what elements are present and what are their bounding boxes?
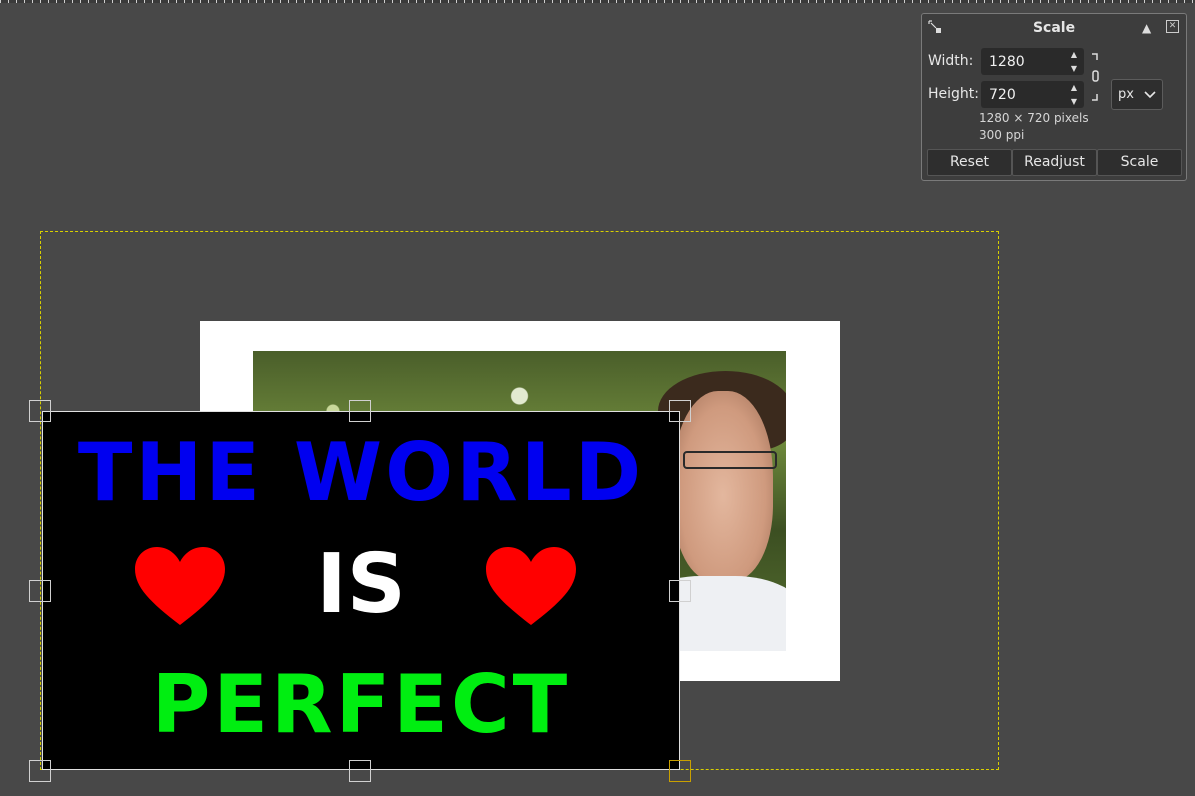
height-input[interactable] <box>981 81 1061 108</box>
scale-button[interactable]: Scale <box>1097 149 1182 176</box>
resolution-info: 300 ppi <box>979 128 1025 142</box>
height-decrement-icon[interactable]: ▼ <box>1064 95 1084 108</box>
poster-line-2: IS <box>316 537 406 632</box>
width-field[interactable]: ▲ ▼ <box>981 48 1084 75</box>
width-spinner[interactable]: ▲ ▼ <box>1064 48 1084 75</box>
height-increment-icon[interactable]: ▲ <box>1064 81 1084 94</box>
readjust-button[interactable]: Readjust <box>1012 149 1097 176</box>
scale-handle-bottom-right[interactable] <box>669 760 691 782</box>
width-increment-icon[interactable]: ▲ <box>1064 48 1084 61</box>
detach-icon[interactable]: ▲ <box>1142 21 1151 35</box>
reset-button[interactable]: Reset <box>927 149 1012 176</box>
scale-handle-left[interactable] <box>29 580 51 602</box>
size-info: 1280 × 720 pixels <box>979 111 1089 125</box>
poster-line-1: THE WORLD <box>77 426 645 519</box>
scale-dialog: Scale ▲ ✕ Width: ▲ ▼ Height: ▲ ▼ px 1280… <box>921 13 1187 181</box>
scale-handle-top-left[interactable] <box>29 400 51 422</box>
unit-value: px <box>1118 87 1134 102</box>
width-decrement-icon[interactable]: ▼ <box>1064 62 1084 75</box>
scale-handle-top-right[interactable] <box>669 400 691 422</box>
chevron-down-icon <box>1144 91 1156 99</box>
scale-handle-bottom[interactable] <box>349 760 371 782</box>
heart-icon-right <box>486 547 576 625</box>
top-ruler <box>0 0 1195 3</box>
scale-handle-top[interactable] <box>349 400 371 422</box>
height-spinner[interactable]: ▲ ▼ <box>1064 81 1084 108</box>
chain-link-icon[interactable] <box>1090 52 1100 102</box>
width-label: Width: <box>928 53 974 69</box>
height-field[interactable]: ▲ ▼ <box>981 81 1084 108</box>
scale-handle-bottom-left[interactable] <box>29 760 51 782</box>
height-label: Height: <box>928 86 979 102</box>
poster-line-3: PERFECT <box>151 658 571 751</box>
person-glasses <box>683 451 777 469</box>
unit-select[interactable]: px <box>1111 79 1163 110</box>
close-icon[interactable]: ✕ <box>1166 20 1179 33</box>
scale-handle-right[interactable] <box>669 580 691 602</box>
width-input[interactable] <box>981 48 1061 75</box>
text-layer-poster[interactable]: THE WORLD IS PERFECT <box>42 411 680 770</box>
